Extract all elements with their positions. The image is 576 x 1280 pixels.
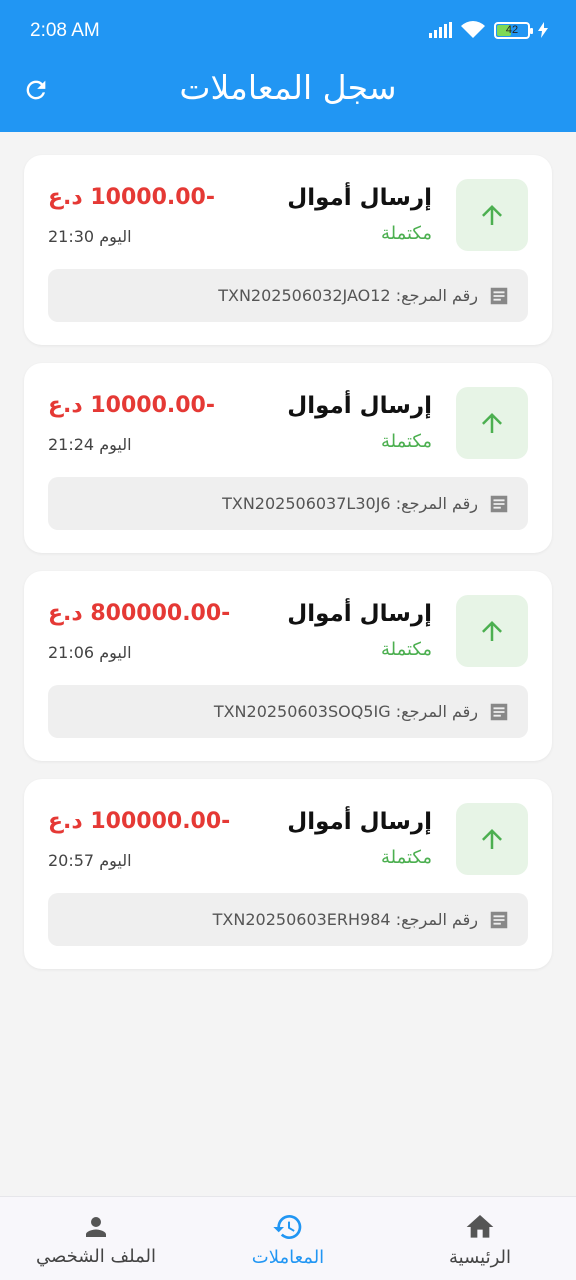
- nav-item-home[interactable]: الرئيسية: [408, 1197, 552, 1280]
- bottom-nav: الملف الشخصي المعاملات الرئيسية: [0, 1196, 576, 1280]
- transaction-title: إرسال أموال: [287, 601, 432, 627]
- transaction-card[interactable]: إرسال أموال مكتملة -10000.00 د.ع اليوم 2…: [24, 363, 552, 553]
- receipt-icon: [490, 703, 508, 720]
- reference-number: رقم المرجع: TXN20250603SOQ5IG: [213, 702, 478, 721]
- receipt-icon: [490, 911, 508, 928]
- person-icon: [86, 1216, 106, 1237]
- reference-box: رقم المرجع: TXN202506032JAO12: [48, 269, 528, 322]
- nav-label-transactions: المعاملات: [251, 1246, 325, 1268]
- nav-item-profile[interactable]: الملف الشخصي: [24, 1197, 168, 1280]
- reference-box: رقم المرجع: TXN202506037L30J6: [48, 477, 528, 530]
- transaction-amount: -10000.00 د.ع: [48, 185, 215, 210]
- battery-level: 42: [505, 24, 519, 36]
- transaction-status: مكتملة: [380, 847, 432, 868]
- signal-icon: [429, 22, 452, 38]
- transaction-status: مكتملة: [380, 223, 432, 244]
- transaction-card[interactable]: إرسال أموال مكتملة -100000.00 د.ع اليوم …: [24, 779, 552, 969]
- page-title: سجل المعاملات: [179, 68, 397, 107]
- reference-box: رقم المرجع: TXN20250603SOQ5IG: [48, 685, 528, 738]
- battery-icon: 42: [494, 21, 533, 39]
- history-icon: [273, 1214, 302, 1239]
- transaction-time: اليوم 20:57: [48, 851, 132, 870]
- arrow-up-icon: [482, 205, 502, 225]
- home-icon: [466, 1214, 494, 1238]
- send-icon-box: [456, 179, 528, 251]
- nav-label-home: الرئيسية: [449, 1246, 511, 1268]
- reference-number: رقم المرجع: TXN202506037L30J6: [222, 494, 478, 513]
- status-bar: 2:08 AM 42: [0, 0, 576, 64]
- send-icon-box: [456, 595, 528, 667]
- reference-box: رقم المرجع: TXN20250603ERH984: [48, 893, 528, 946]
- charging-icon: [538, 22, 548, 38]
- transactions-list: إرسال أموال مكتملة -10000.00 د.ع اليوم 2…: [24, 155, 552, 987]
- transaction-amount: -10000.00 د.ع: [48, 393, 215, 418]
- receipt-icon: [490, 287, 508, 304]
- transaction-status: مكتملة: [380, 431, 432, 452]
- transaction-card[interactable]: إرسال أموال مكتملة -800000.00 د.ع اليوم …: [24, 571, 552, 761]
- transaction-amount: -100000.00 د.ع: [48, 809, 231, 834]
- transaction-card[interactable]: إرسال أموال مكتملة -10000.00 د.ع اليوم 2…: [24, 155, 552, 345]
- arrow-up-icon: [482, 829, 502, 849]
- transaction-status: مكتملة: [380, 639, 432, 660]
- transaction-title: إرسال أموال: [287, 393, 432, 419]
- receipt-icon: [490, 495, 508, 512]
- status-time: 2:08 AM: [30, 20, 100, 41]
- transaction-time: اليوم 21:24: [48, 435, 132, 454]
- transaction-time: اليوم 21:30: [48, 227, 132, 246]
- send-icon-box: [456, 803, 528, 875]
- nav-label-profile: الملف الشخصي: [36, 1245, 156, 1267]
- reference-number: رقم المرجع: TXN20250603ERH984: [212, 910, 478, 929]
- transaction-amount: -800000.00 د.ع: [48, 601, 231, 626]
- send-icon-box: [456, 387, 528, 459]
- app-bar: سجل المعاملات: [0, 64, 576, 132]
- arrow-up-icon: [482, 413, 502, 433]
- arrow-up-icon: [482, 621, 502, 641]
- wifi-icon: [461, 21, 485, 38]
- reference-number: رقم المرجع: TXN202506032JAO12: [218, 286, 478, 305]
- transaction-title: إرسال أموال: [287, 185, 432, 211]
- nav-item-transactions[interactable]: المعاملات: [216, 1197, 360, 1280]
- transaction-time: اليوم 21:06: [48, 643, 132, 662]
- status-icons: 42: [429, 20, 548, 40]
- transaction-title: إرسال أموال: [287, 809, 432, 835]
